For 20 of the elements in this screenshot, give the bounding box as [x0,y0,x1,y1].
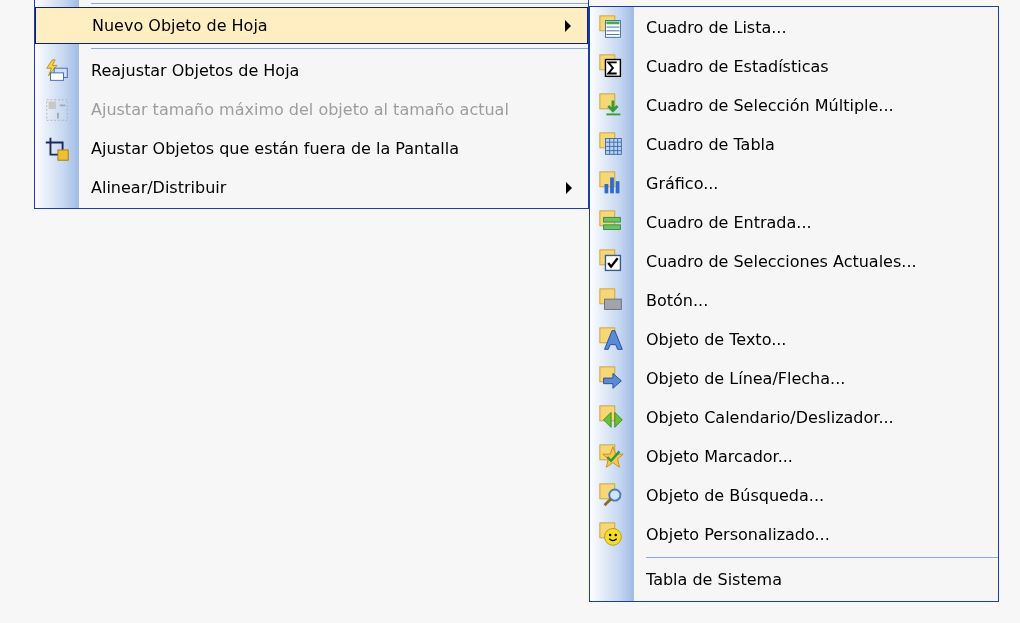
menu-item[interactable]: Cuadro de Entrada... [590,203,998,242]
menu-item[interactable]: Alinear/Distribuir [35,168,588,207]
menu-item[interactable]: Ajustar Objetos que están fuera de la Pantalla [35,129,588,168]
menu-item[interactable]: Gráfico... [590,164,998,203]
menu-item[interactable]: Botón... [590,281,998,320]
menu-item[interactable]: Tabla de Sistema [590,560,998,599]
menu-item[interactable]: Objeto de Texto... [590,320,998,359]
menu-item[interactable]: Objeto Calendario/Deslizador... [590,398,998,437]
menu-item[interactable]: Reajustar Objetos de Hoja [35,51,588,90]
star-icon [598,442,626,471]
menu-item[interactable]: Cuadro de Lista... [590,8,998,47]
menu-item[interactable]: Objeto Personalizado... [590,515,998,554]
menu-item[interactable]: Objeto de Línea/Flecha... [590,359,998,398]
menu-item[interactable]: Cuadro de Tabla [590,125,998,164]
menu-item[interactable]: Cuadro de Estadísticas [590,47,998,86]
menu-item[interactable]: Cuadro de Selecciones Actuales... [590,242,998,281]
menu-item[interactable]: Nuevo Objeto de Hoja [35,7,588,44]
menu-item[interactable]: Cuadro de Selección Múltiple... [590,86,998,125]
menu-item[interactable]: Objeto de Búsqueda... [590,476,998,515]
menu-item[interactable]: Objeto Marcador... [590,437,998,476]
